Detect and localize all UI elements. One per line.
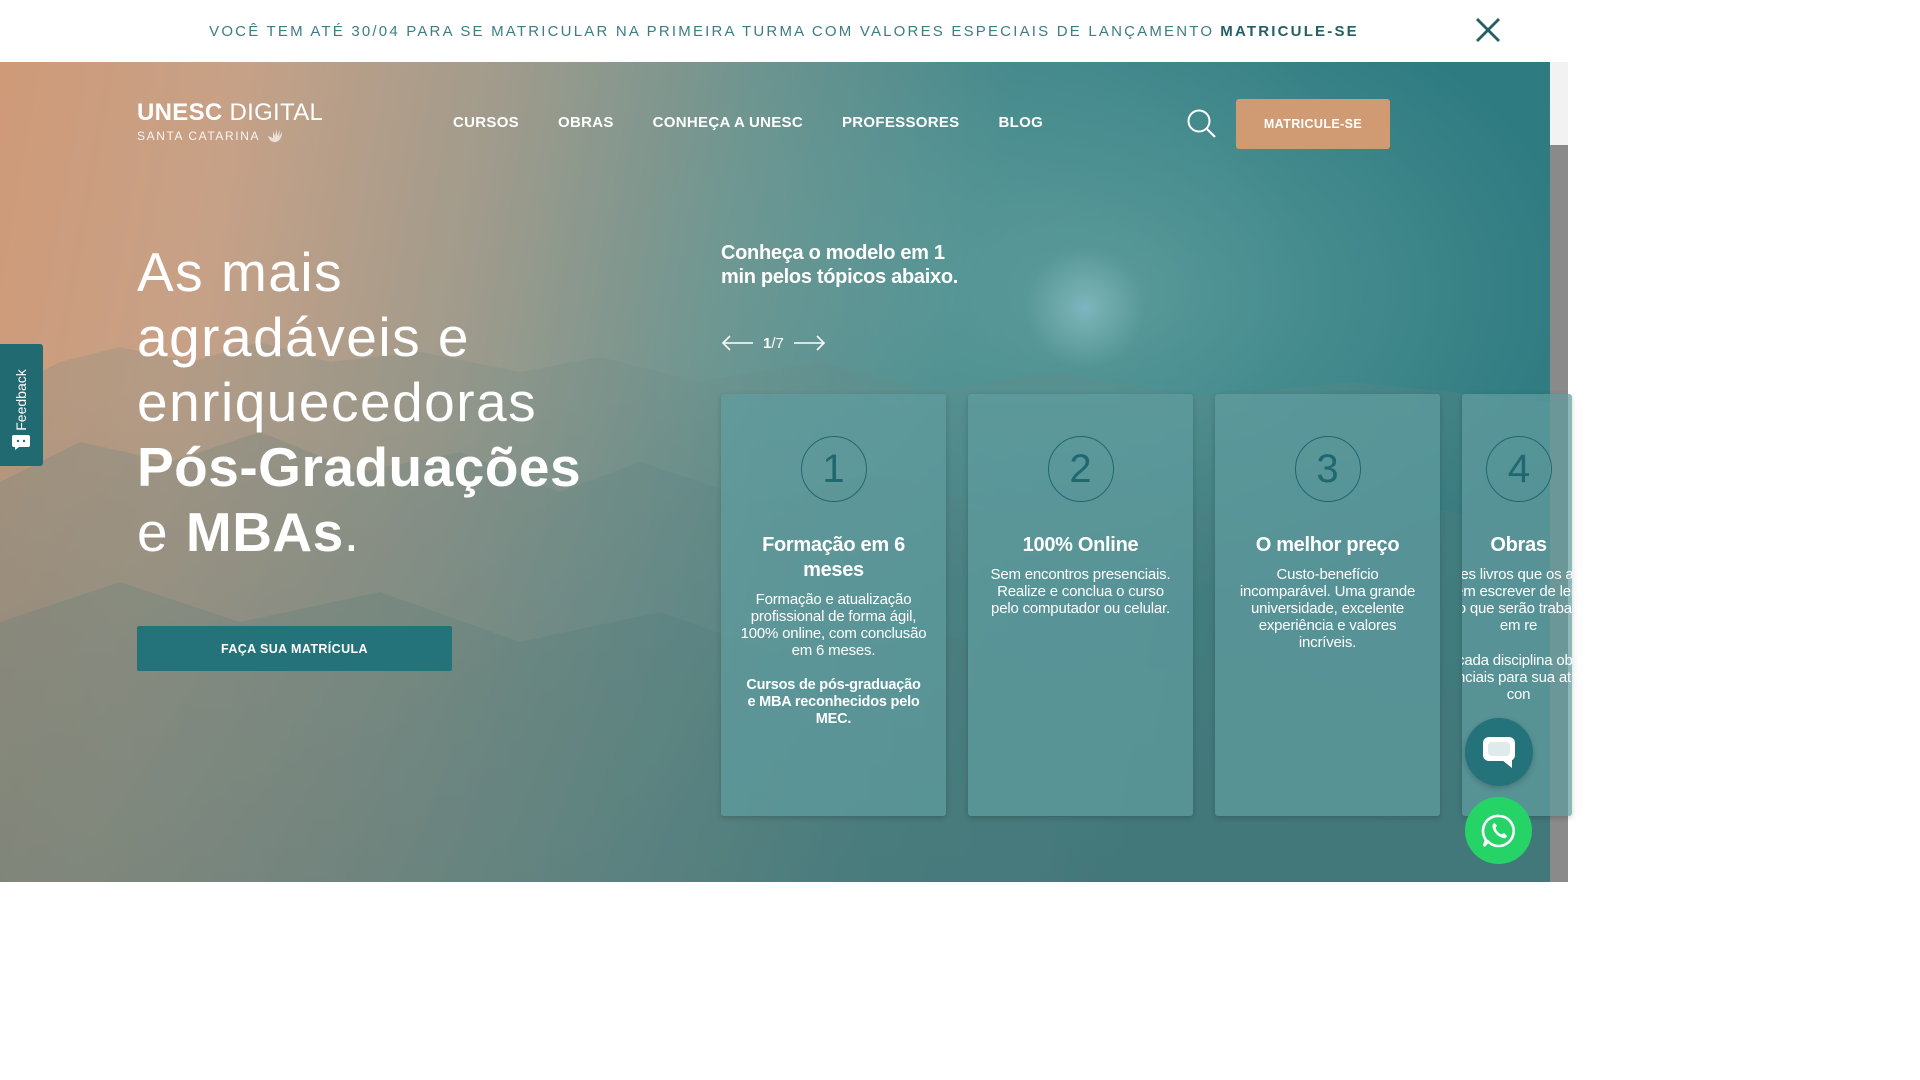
slider-card-3[interactable]: 3 O melhor preço Custo-benefício incompa… xyxy=(1215,394,1440,816)
card-title: Formação em 6 meses xyxy=(762,534,905,581)
hero-enroll-button[interactable]: FAÇA SUA MATRÍCULA xyxy=(137,626,452,671)
announcement-text: VOCÊ TEM ATÉ 30/04 PARA SE MATRICULAR NA… xyxy=(209,22,1215,40)
card-title: Obras xyxy=(1490,534,1547,556)
card-description: Formação e atualização profissional de f… xyxy=(740,591,927,659)
whatsapp-button[interactable] xyxy=(1465,797,1532,864)
card-title: 100% Online xyxy=(1022,534,1139,556)
nav-item-conheca-a-unesc[interactable]: CONHEÇA A UNESC xyxy=(653,114,803,131)
chat-button[interactable] xyxy=(1465,718,1533,786)
logo-brand-light: DIGITAL xyxy=(222,99,324,126)
chat-bubble-icon xyxy=(1483,737,1515,768)
card-description: Aqueles livros que os autores querem esc… xyxy=(1462,566,1572,634)
card-note: A cada disciplina obras essenciais para … xyxy=(1462,652,1572,703)
headline-line-5-post: . xyxy=(343,501,361,563)
logo-hand-icon xyxy=(268,129,283,143)
nav-item-cursos[interactable]: CURSOS xyxy=(453,114,519,131)
card-note: Cursos de pós-graduação e MBA reconhecid… xyxy=(746,677,921,727)
logo-brand-bold: UNESC xyxy=(137,99,223,126)
nav-item-blog[interactable]: BLOG xyxy=(999,114,1044,131)
site-logo[interactable]: UNESC DIGITAL SANTA CATARINA xyxy=(137,100,323,144)
main-nav: CURSOS OBRAS CONHEÇA A UNESC PROFESSORES… xyxy=(453,114,1043,131)
card-description: Sem encontros presenciais. Realize e con… xyxy=(990,566,1171,617)
feedback-icon xyxy=(12,435,30,450)
headline-line-2: agradáveis e xyxy=(137,306,470,368)
card-number: 3 xyxy=(1294,436,1361,502)
nav-item-professores[interactable]: PROFESSORES xyxy=(842,114,960,131)
arrow-left-icon[interactable] xyxy=(721,333,755,353)
close-icon[interactable] xyxy=(1472,14,1504,46)
nav-item-obras[interactable]: OBRAS xyxy=(558,114,614,131)
headline-line-5: e MBAs. xyxy=(137,500,657,565)
headline-line-1: As mais xyxy=(137,241,344,303)
hero-headline: As mais agradáveis e enriquecedoras Pós-… xyxy=(137,240,657,565)
card-number: 1 xyxy=(800,436,867,502)
feedback-label: Feedback xyxy=(13,369,29,431)
card-number: 4 xyxy=(1486,436,1552,502)
header-enroll-button[interactable]: MATRICULE-SE xyxy=(1236,99,1390,149)
slider-title: Conheça o modelo em 1 min pelos tópicos … xyxy=(721,242,958,288)
card-title: O melhor preço xyxy=(1255,534,1400,556)
search-icon[interactable] xyxy=(1185,108,1217,140)
announcement-enroll-link[interactable]: MATRICULE-SE xyxy=(1220,23,1359,40)
slider-counter: 1/7 xyxy=(763,335,784,352)
headline-line-5-pre: e xyxy=(137,501,186,563)
whatsapp-icon xyxy=(1481,814,1515,847)
headline-line-4: Pós-Graduações xyxy=(137,436,582,498)
card-number: 2 xyxy=(1047,436,1114,502)
feedback-tab[interactable]: Feedback xyxy=(0,344,43,466)
card-description: Custo-benefício incomparável. Uma grande… xyxy=(1239,566,1416,651)
headline-line-5-bold: MBAs xyxy=(185,501,344,563)
arrow-right-icon[interactable] xyxy=(792,333,826,353)
announcement-bar: VOCÊ TEM ATÉ 30/04 PARA SE MATRICULAR NA… xyxy=(0,0,1568,62)
slider-total: /7 xyxy=(771,334,784,352)
logo-subtitle: SANTA CATARINA xyxy=(137,129,261,143)
slider-card-1[interactable]: 1 Formação em 6 meses Formação e atualiz… xyxy=(721,394,946,816)
slider-navigation: 1/7 xyxy=(721,333,826,353)
headline-line-3: enriquecedoras xyxy=(137,371,538,433)
slider-card-2[interactable]: 2 100% Online Sem encontros presenciais.… xyxy=(968,394,1193,816)
